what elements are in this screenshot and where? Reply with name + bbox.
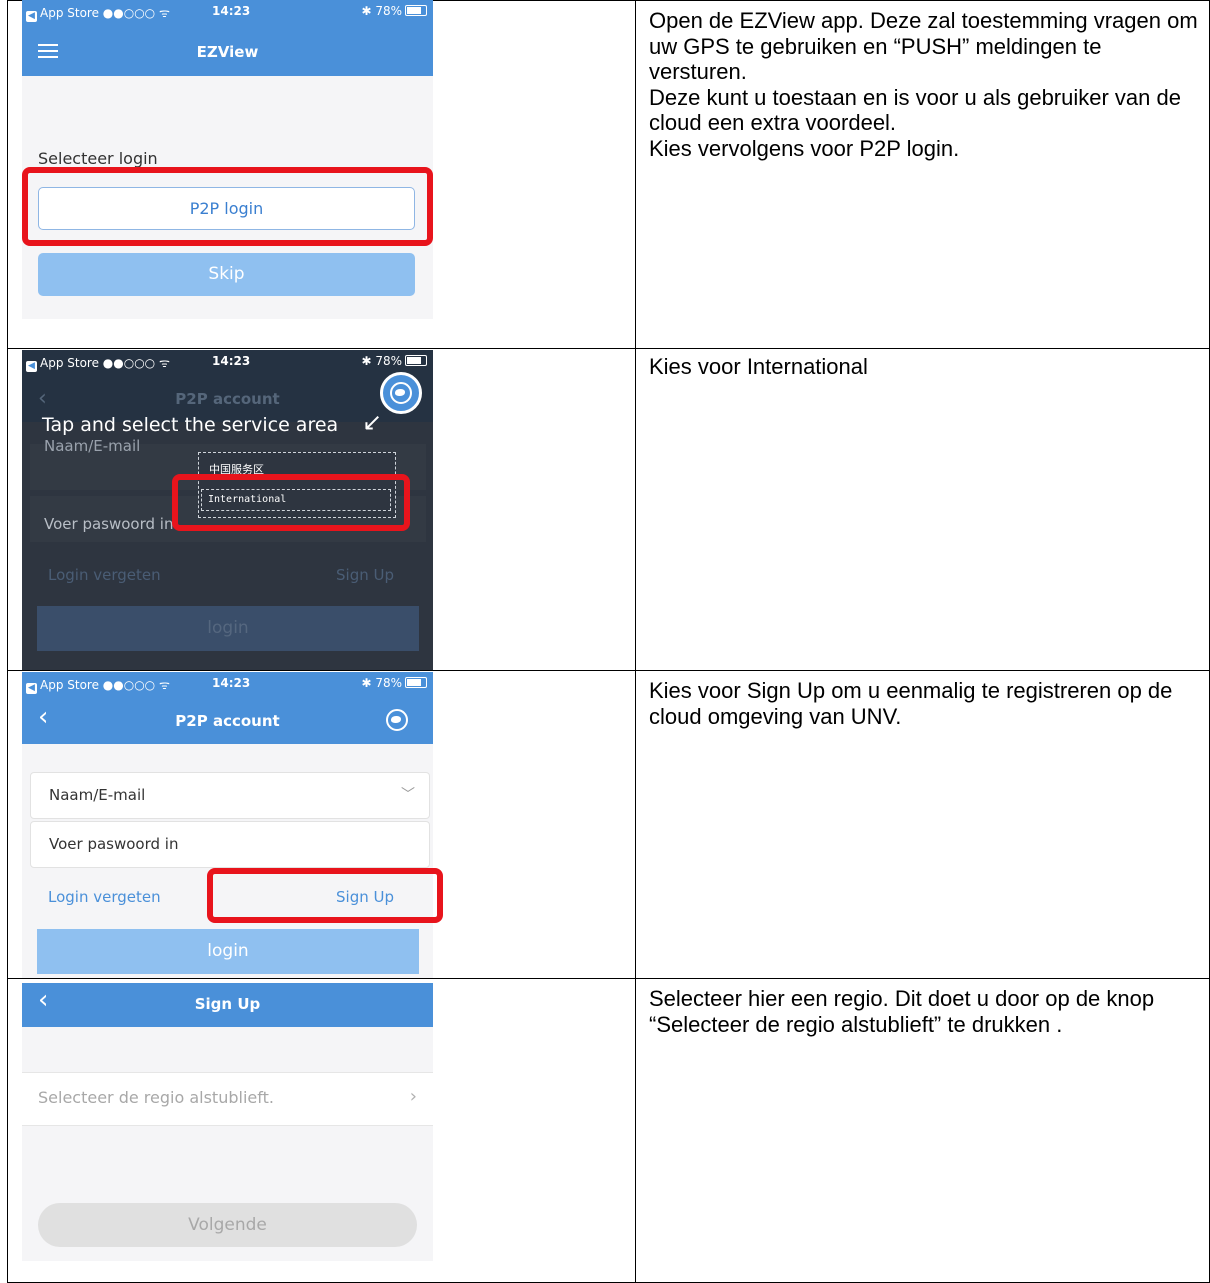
step-1-description: Open de EZView app. Deze zal toestemming… bbox=[649, 8, 1198, 161]
globe-icon bbox=[390, 382, 412, 404]
dropdown-chevron-icon[interactable]: ﹀ bbox=[401, 773, 415, 818]
back-to-app-icon: ◀ bbox=[26, 361, 37, 372]
forgot-login-link[interactable]: Login vergeten bbox=[48, 888, 161, 906]
region-placeholder: Selecteer de regio alstublieft. bbox=[38, 1088, 274, 1107]
globe-icon[interactable] bbox=[386, 709, 408, 731]
password-field[interactable]: Voer paswoord in bbox=[30, 821, 430, 868]
screenshot-p2p-account: ◀ App Store ●●○○○ ᯤ 14:23 ✱ 78% ‹ P2P acc… bbox=[22, 672, 433, 978]
skip-button[interactable]: Skip bbox=[38, 253, 415, 296]
battery-icon bbox=[405, 5, 427, 16]
chevron-right-icon: › bbox=[409, 1086, 417, 1107]
back-to-app-icon: ◀ bbox=[26, 11, 37, 22]
row-divider-2 bbox=[7, 670, 1210, 671]
name-placeholder: Naam/E-mail bbox=[49, 786, 146, 804]
highlight-p2p-login bbox=[22, 167, 433, 246]
region-selector[interactable]: Selecteer de regio alstublieft. › bbox=[22, 1072, 433, 1126]
login-button-dimmed[interactable]: login bbox=[37, 606, 419, 651]
highlight-sign-up bbox=[207, 868, 443, 923]
row-divider-1 bbox=[7, 348, 1210, 349]
step-4-description: Selecteer hier een regio. Dit doet u doo… bbox=[649, 986, 1155, 1037]
table-border-left bbox=[7, 0, 8, 1283]
status-bar: ◀ App Store ●●○○○ ᯤ 14:23 ✱ 78% bbox=[22, 0, 433, 24]
screenshot-ezview-start: ◀ App Store ●●○○○ ᯤ 14:23 ✱ 78% EZView Se… bbox=[22, 0, 433, 319]
password-placeholder: Voer paswoord in bbox=[49, 835, 179, 853]
forgot-login-link[interactable]: Login vergeten bbox=[48, 566, 161, 584]
status-bar: ◀ App Store ●●○○○ ᯤ 14:23 ✱ 78% bbox=[22, 350, 433, 374]
nav-title: P2P account bbox=[175, 390, 280, 408]
select-login-label: Selecteer login bbox=[38, 149, 158, 168]
login-button[interactable]: login bbox=[37, 929, 419, 974]
name-placeholder: Naam/E-mail bbox=[44, 437, 141, 455]
nav-title: EZView bbox=[196, 43, 259, 61]
password-placeholder: Voer paswoord in bbox=[44, 515, 174, 533]
nav-title: P2P account bbox=[175, 712, 280, 730]
status-bar: ◀ App Store ●●○○○ ᯤ 14:23 ✱ 78% bbox=[22, 672, 433, 696]
globe-button-highlight[interactable] bbox=[380, 372, 422, 414]
sign-up-link[interactable]: Sign Up bbox=[336, 566, 394, 584]
nav-title: Sign Up bbox=[194, 995, 261, 1013]
step-2-description: Kies voor International bbox=[649, 354, 868, 379]
tap-hint-text: Tap and select the service area bbox=[42, 414, 339, 436]
battery-icon bbox=[405, 677, 427, 688]
screenshot-sign-up: ‹ Sign Up Selecteer de regio alstublieft… bbox=[22, 983, 433, 1261]
table-border-middle bbox=[635, 0, 636, 1283]
name-field[interactable]: Naam/E-mail ﹀ bbox=[30, 772, 430, 819]
hint-arrow-icon: ↙ bbox=[362, 408, 383, 436]
step-3-description: Kies voor Sign Up om u eenmalig te regis… bbox=[649, 678, 1173, 729]
highlight-international bbox=[172, 474, 410, 531]
row-divider-3 bbox=[7, 978, 1210, 979]
next-button[interactable]: Volgende bbox=[38, 1203, 417, 1247]
battery-icon bbox=[405, 355, 427, 366]
back-to-app-icon: ◀ bbox=[26, 683, 37, 694]
